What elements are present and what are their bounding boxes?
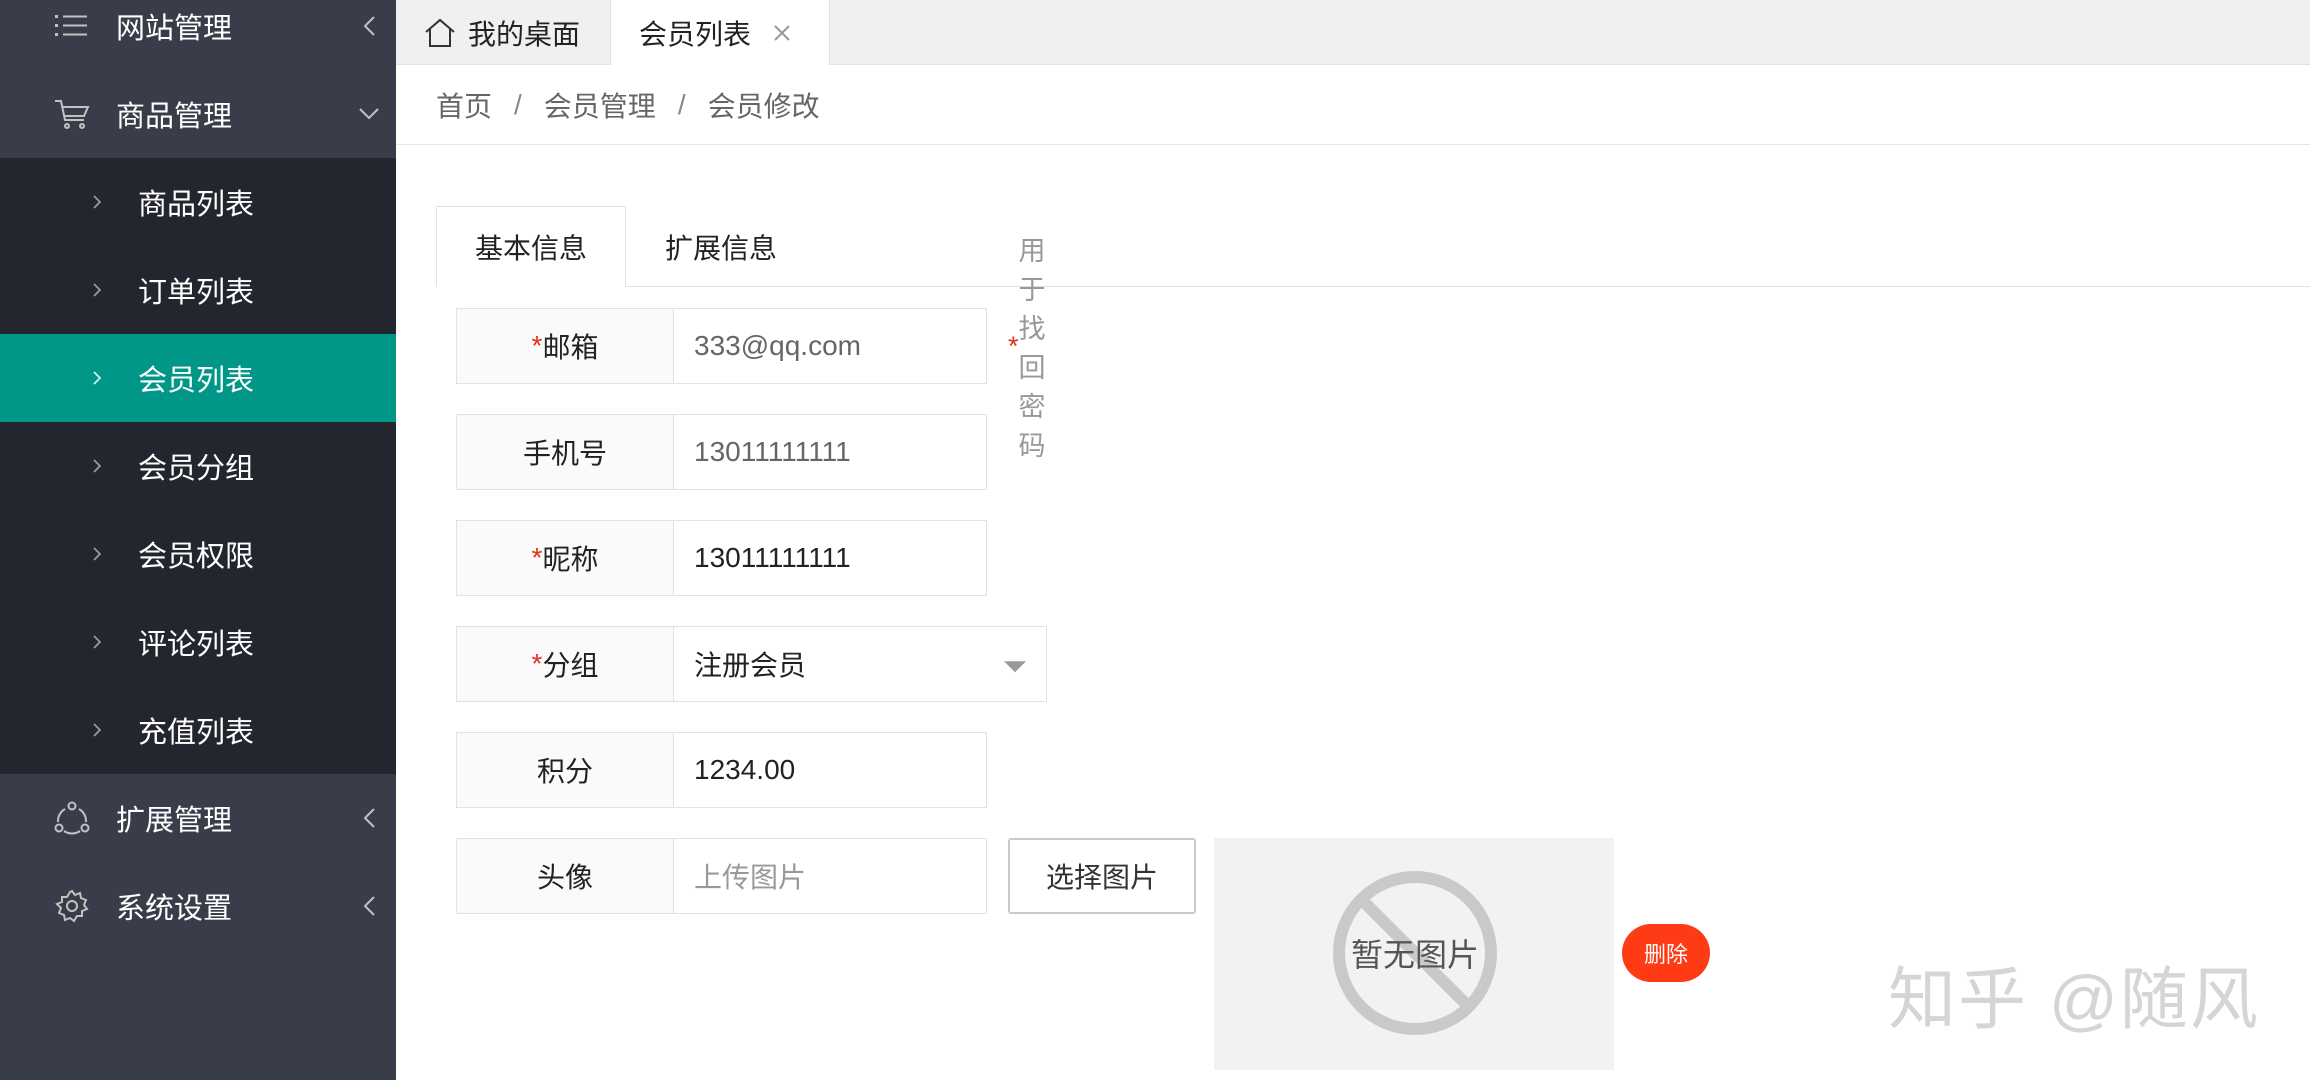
chevron-right-icon: [88, 457, 106, 475]
chevron-down-icon: [356, 101, 382, 127]
menu-group-label: 网站管理: [116, 13, 233, 45]
group-select[interactable]: 注册会员: [673, 626, 1047, 702]
required-mark: *: [531, 648, 543, 679]
chevron-right-icon: [88, 369, 106, 387]
breadcrumb-home[interactable]: 首页: [436, 85, 492, 125]
chevron-right-icon: [88, 545, 106, 563]
menu-group-site[interactable]: 网站管理: [0, 0, 396, 70]
group-label: * 分组: [456, 626, 674, 702]
sidebar-item-label: 会员权限: [138, 541, 255, 573]
required-mark: *: [1008, 330, 1019, 361]
menu-group-settings[interactable]: 系统设置: [0, 862, 396, 950]
required-mark: *: [531, 330, 543, 361]
tab-label: 我的桌面: [468, 18, 581, 50]
sidebar-item-recharge-list[interactable]: 充值列表: [0, 686, 396, 774]
phone-label: 手机号: [456, 414, 674, 490]
top-tab-bar: 我的桌面 会员列表: [396, 0, 2310, 65]
sidebar-item-label: 订单列表: [138, 277, 255, 309]
nickname-label: * 昵称: [456, 520, 674, 596]
sidebar-item-label: 会员列表: [138, 365, 255, 397]
email-label: * 邮箱: [456, 308, 674, 384]
gear-icon: [52, 886, 92, 926]
tab-basic-info[interactable]: 基本信息: [436, 206, 626, 287]
chevron-right-icon: [88, 281, 106, 299]
chevron-right-icon: [88, 633, 106, 651]
menu-group-label: 扩展管理: [116, 805, 233, 837]
sidebar-item-order-list[interactable]: 订单列表: [0, 246, 396, 334]
chevron-left-icon: [356, 13, 382, 39]
points-field[interactable]: 1234.00: [673, 732, 987, 808]
tab-extended-info[interactable]: 扩展信息: [626, 206, 816, 287]
points-label: 积分: [456, 732, 674, 808]
nickname-field[interactable]: 13011111111: [673, 520, 987, 596]
breadcrumb-separator: /: [514, 88, 522, 120]
chevron-left-icon: [356, 805, 382, 831]
tab-label: 会员列表: [639, 18, 752, 50]
breadcrumb-current: 会员修改: [707, 90, 820, 122]
list-icon: [52, 6, 92, 46]
menu-group-goods[interactable]: 商品管理: [0, 70, 396, 158]
sidebar-item-member-group[interactable]: 会员分组: [0, 422, 396, 510]
menu-group-label: 系统设置: [116, 893, 233, 925]
sidebar-item-member-list[interactable]: 会员列表: [0, 334, 396, 422]
home-icon: [424, 16, 458, 50]
sidebar-item-label: 商品列表: [138, 189, 255, 221]
form-tabs: 基本信息 扩展信息: [436, 206, 2310, 287]
email-field[interactable]: 333@qq.com: [673, 308, 987, 384]
required-mark: *: [531, 542, 543, 573]
sidebar-item-label: 会员分组: [138, 453, 255, 485]
tab-member-list[interactable]: 会员列表: [610, 0, 830, 65]
choose-image-button[interactable]: 选择图片: [1008, 838, 1196, 914]
menu-group-label: 商品管理: [116, 101, 233, 133]
network-icon: [52, 798, 92, 838]
email-hint: * 用于找回密码: [1008, 236, 1046, 461]
breadcrumb: 首页 / 会员管理 / 会员修改: [396, 65, 2310, 145]
no-image-icon: 暂无图片: [1330, 868, 1500, 1038]
submenu-goods: 商品列表 订单列表 会员列表 会员分组 会员权限 评论列表 充值列表: [0, 158, 396, 774]
breadcrumb-separator: /: [677, 88, 686, 120]
no-image-text: 暂无图片: [1350, 937, 1479, 973]
menu-group-extension[interactable]: 扩展管理: [0, 774, 396, 862]
sidebar-item-member-permission[interactable]: 会员权限: [0, 510, 396, 598]
avatar-upload-field[interactable]: 上传图片: [673, 838, 987, 914]
breadcrumb-member-manage[interactable]: 会员管理: [544, 85, 656, 125]
sidebar-item-label: 评论列表: [138, 629, 255, 661]
avatar-label: 头像: [456, 838, 674, 914]
group-select-value: 注册会员: [694, 650, 807, 681]
sidebar: 网站管理 商品管理 商品列表 订单列表 会员列表 会员分组 会员权限 评论列表 …: [0, 0, 396, 1080]
cart-icon: [52, 94, 92, 134]
watermark: 知乎 @随风: [1888, 962, 2260, 1038]
sidebar-item-comment-list[interactable]: 评论列表: [0, 598, 396, 686]
caret-down-icon: [1004, 661, 1026, 673]
image-preview: 暂无图片: [1214, 838, 1614, 1070]
close-icon[interactable]: [773, 22, 795, 44]
tab-my-desktop[interactable]: 我的桌面: [396, 0, 610, 65]
chevron-right-icon: [88, 193, 106, 211]
delete-button[interactable]: 删除: [1622, 924, 1710, 982]
phone-field[interactable]: 13011111111: [673, 414, 987, 490]
sidebar-item-label: 充值列表: [138, 717, 255, 749]
sidebar-item-goods-list[interactable]: 商品列表: [0, 158, 396, 246]
chevron-right-icon: [88, 721, 106, 739]
chevron-left-icon: [356, 893, 382, 919]
